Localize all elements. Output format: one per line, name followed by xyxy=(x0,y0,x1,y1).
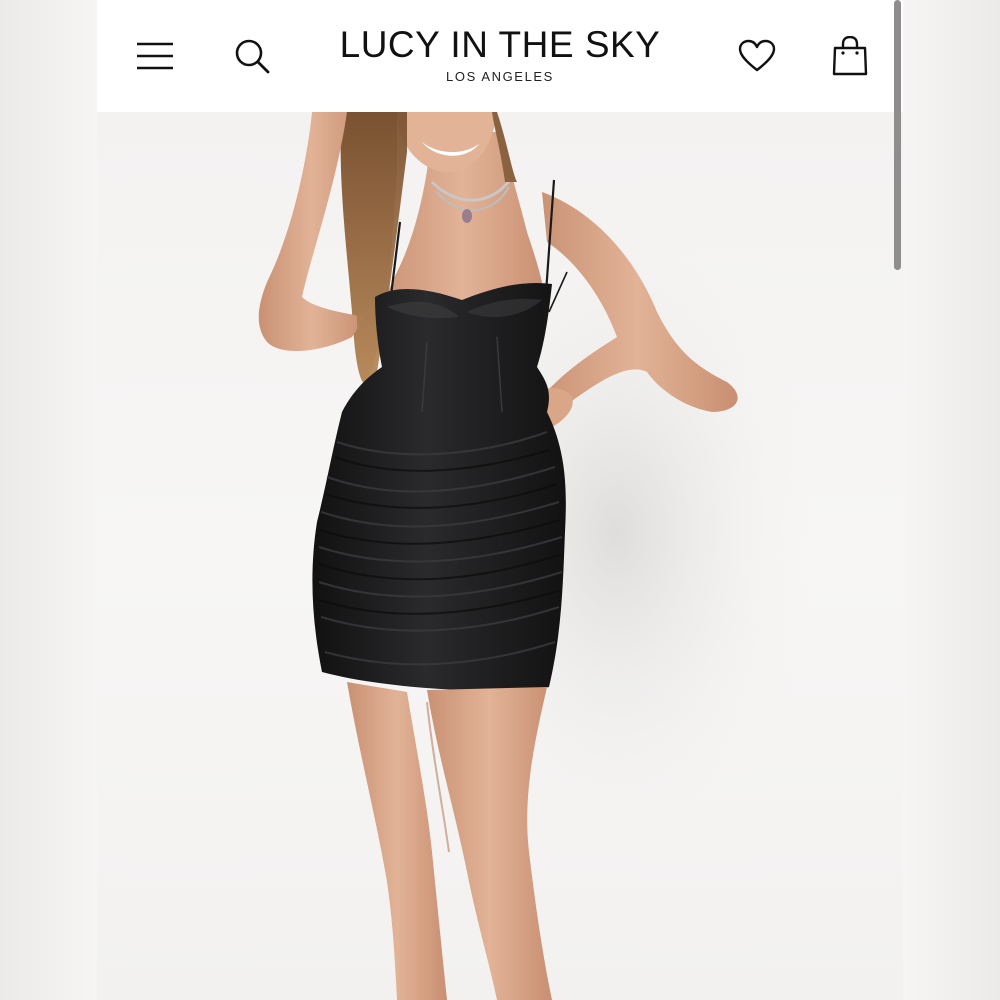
heart-icon xyxy=(738,39,776,72)
scrollbar-thumb[interactable] xyxy=(894,0,901,270)
site-header: LUCY IN THE SKY LOS ANGELES xyxy=(97,0,903,112)
left-backdrop xyxy=(0,0,97,1000)
product-image xyxy=(97,112,903,1000)
menu-button[interactable] xyxy=(131,32,179,80)
search-button[interactable] xyxy=(228,32,276,80)
menu-icon xyxy=(137,42,173,70)
shopping-bag-icon xyxy=(832,36,868,76)
search-icon xyxy=(235,39,270,74)
right-backdrop xyxy=(903,0,1000,1000)
app-frame: LUCY IN THE SKY LOS ANGELES xyxy=(97,0,903,1000)
cart-button[interactable] xyxy=(826,32,874,80)
brand-name: LUCY IN THE SKY xyxy=(339,24,661,65)
wishlist-button[interactable] xyxy=(733,32,781,80)
brand-logo[interactable]: LUCY IN THE SKY LOS ANGELES xyxy=(300,24,700,84)
brand-subtitle: LOS ANGELES xyxy=(446,69,554,84)
